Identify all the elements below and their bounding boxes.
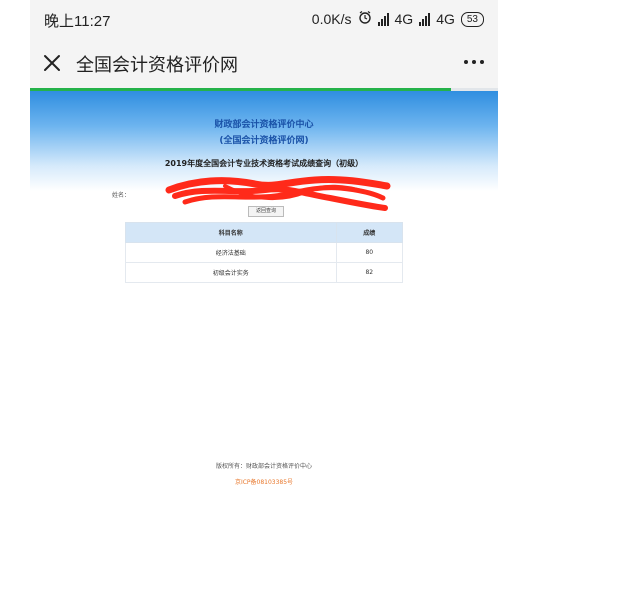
net-speed: 0.0K/s xyxy=(311,11,352,27)
center-name: 财政部会计资格评价中心 xyxy=(214,120,314,130)
status-icons: 0.0K/s 4G 4G 53 xyxy=(312,10,484,28)
signal-icon-2 xyxy=(419,12,431,26)
table-cell-score: 80 xyxy=(335,242,404,263)
status-bar: 晚上11:27 0.0K/s 4G 4G 53 xyxy=(30,0,498,38)
page-title: 全国会计资格评价网 xyxy=(76,55,238,76)
name-label: 姓名： xyxy=(112,192,131,199)
table-cell-subject: 初级会计实务 xyxy=(125,262,337,283)
return-query-button[interactable]: 返回查询 xyxy=(248,206,284,217)
table-header-score: 成绩 xyxy=(335,222,404,243)
table-cell-score: 82 xyxy=(335,262,404,283)
score-table: 科目名称 成绩 经济法基础 80 初级会计实务 82 xyxy=(125,222,404,283)
table-row: 初级会计实务 82 xyxy=(125,262,404,283)
table-cell-subject: 经济法基础 xyxy=(125,242,337,263)
center-subname: (全国会计资格评价网) xyxy=(219,136,309,146)
phone-screen: 晚上11:27 0.0K/s 4G 4G 53 全国会计资格评价网 财政部会计资… xyxy=(30,0,498,609)
network-type-1: 4G xyxy=(394,11,414,27)
battery-icon: 53 xyxy=(460,11,484,27)
exam-title: 2019年度全国会计专业技术资格考试成绩查询（初级） xyxy=(164,159,364,168)
table-row: 经济法基础 80 xyxy=(125,242,404,263)
status-time: 晚上11:27 xyxy=(44,13,111,30)
alarm-icon xyxy=(358,10,372,28)
nav-bar: 全国会计资格评价网 xyxy=(30,38,498,88)
table-header-row: 科目名称 成绩 xyxy=(125,222,404,243)
footer-icp-link[interactable]: 京ICP备08103385号 xyxy=(30,477,498,486)
footer-copyright: 版权所有：财政部会计资格评价中心 xyxy=(215,463,312,470)
signal-icon xyxy=(377,12,389,26)
network-type-2: 4G xyxy=(436,11,455,27)
table-header-subject: 科目名称 xyxy=(125,222,337,243)
close-icon[interactable] xyxy=(40,51,64,75)
more-options-icon[interactable] xyxy=(464,60,484,64)
